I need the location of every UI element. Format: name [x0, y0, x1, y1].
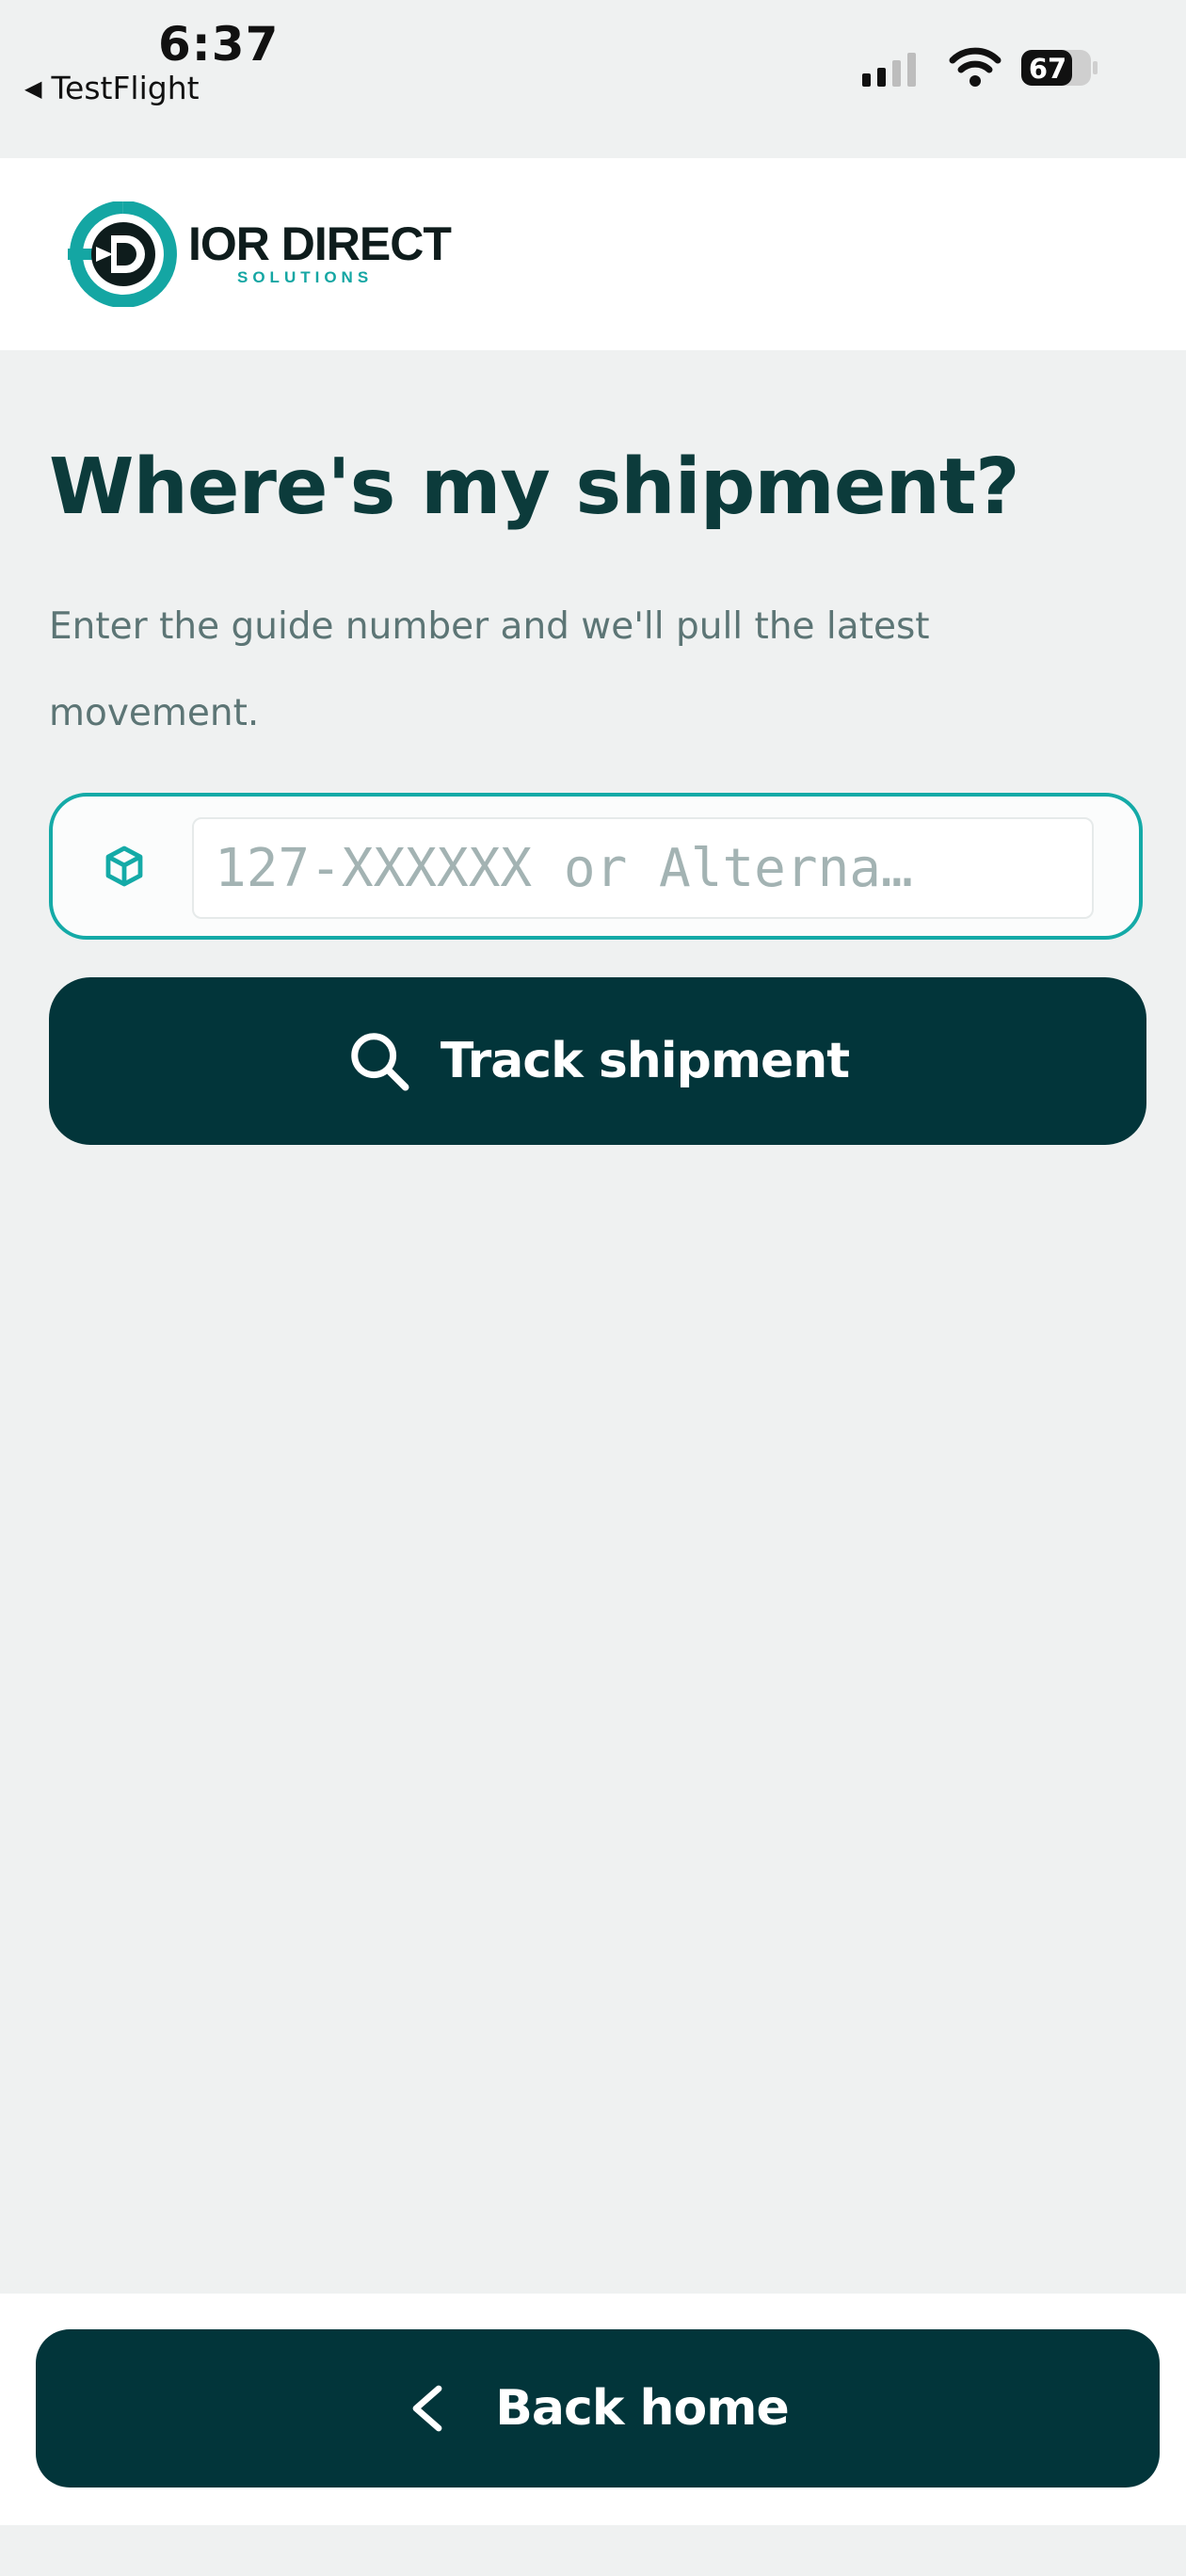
back-triangle-icon: ◀ — [24, 74, 42, 102]
brand-name: IOR DIRECT — [188, 217, 452, 270]
track-shipment-button[interactable]: Track shipment — [49, 977, 1146, 1145]
search-icon — [351, 1033, 409, 1091]
wifi-icon — [949, 47, 1002, 87]
page-title: Where's my shipment? — [49, 443, 1020, 532]
status-time: 6:37 — [158, 17, 280, 72]
guide-number-input[interactable] — [192, 817, 1094, 919]
logo-mark-icon — [68, 201, 177, 307]
back-to-app-link[interactable]: ◀ TestFlight — [24, 70, 200, 106]
page-subtitle: Enter the guide number and we'll pull th… — [49, 605, 930, 734]
brand-tagline: SOLUTIONS — [237, 268, 374, 286]
battery-icon: 67 — [1021, 50, 1098, 86]
battery-level: 67 — [1029, 53, 1066, 85]
back-home-button[interactable]: Back home — [36, 2329, 1160, 2487]
track-shipment-label: Track shipment — [440, 1033, 850, 1089]
package-icon — [105, 845, 143, 887]
cellular-signal-icon — [862, 49, 916, 87]
back-to-app-label: TestFlight — [51, 70, 200, 106]
status-bar: 6:37 ◀ TestFlight 67 — [0, 0, 1186, 158]
guide-number-field[interactable] — [49, 793, 1143, 940]
brand-logo: IOR DIRECT SOLUTIONS — [68, 201, 452, 307]
chevron-left-icon — [412, 2385, 442, 2432]
back-home-label: Back home — [495, 2380, 789, 2437]
